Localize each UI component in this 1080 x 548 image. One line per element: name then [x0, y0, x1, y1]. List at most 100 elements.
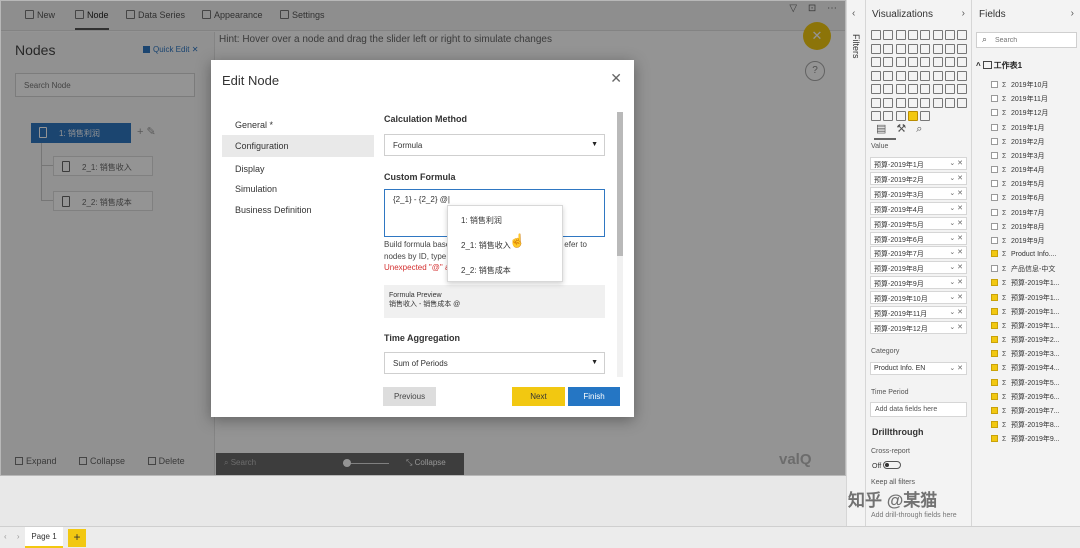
pill-actions-icon[interactable]: ⌄ ✕: [949, 263, 963, 271]
visual-type-icon[interactable]: [871, 97, 881, 108]
autocomplete-item[interactable]: 2_2: 销售成本: [461, 265, 511, 276]
visual-type-icon[interactable]: [895, 111, 906, 121]
visual-type-icon[interactable]: [883, 111, 894, 121]
visual-type-icon[interactable]: [957, 70, 968, 81]
checkbox-checked-icon[interactable]: [991, 250, 998, 258]
visual-type-icon[interactable]: [932, 57, 943, 67]
time-period-dropzone[interactable]: Add data fields here: [870, 402, 967, 417]
visual-type-icon[interactable]: [957, 84, 968, 94]
visual-type-icon[interactable]: [883, 30, 894, 40]
visual-type-icon[interactable]: [920, 111, 931, 121]
field-item[interactable]: Σ 2019年1月: [991, 123, 1044, 134]
visual-type-icon[interactable]: [895, 57, 906, 67]
visual-type-icon[interactable]: [944, 97, 955, 108]
checkbox-checked-icon[interactable]: [991, 350, 998, 358]
visual-type-icon[interactable]: [907, 84, 918, 94]
checkbox-icon[interactable]: [991, 265, 998, 273]
field-item[interactable]: Σ 预算-2019年3...: [991, 349, 1060, 360]
value-field-pill[interactable]: 预算-2019年9月 ⌄ ✕: [870, 276, 967, 290]
value-field-pill[interactable]: 预算-2019年5月 ⌄ ✕: [870, 216, 967, 230]
visual-type-icon[interactable]: [944, 84, 955, 94]
checkbox-icon[interactable]: [991, 123, 998, 131]
fields-search-input[interactable]: [976, 32, 1077, 48]
visual-type-icon[interactable]: [871, 30, 881, 40]
cross-report-toggle[interactable]: Off: [872, 461, 902, 470]
pill-actions-icon[interactable]: ⌄ ✕: [949, 278, 963, 286]
value-field-pill[interactable]: 预算-2019年10月 ⌄ ✕: [870, 291, 967, 305]
field-item[interactable]: Σ 预算-2019年1...: [991, 321, 1060, 332]
visual-type-icon[interactable]: [932, 84, 943, 94]
field-item[interactable]: Σ 预算-2019年2...: [991, 335, 1060, 346]
close-icon[interactable]: ✕: [610, 70, 622, 87]
table-node[interactable]: ^ 工作表1: [976, 60, 1022, 71]
field-item[interactable]: Σ 2019年10月: [991, 80, 1048, 91]
field-item[interactable]: Σ 产品信息-中文: [991, 264, 1055, 275]
pill-actions-icon[interactable]: ⌄ ✕: [949, 293, 963, 301]
field-item[interactable]: Σ 2019年12月: [991, 108, 1048, 119]
add-page-button[interactable]: +: [68, 529, 86, 547]
pill-actions-icon[interactable]: ⌄ ✕: [949, 204, 963, 212]
field-item[interactable]: Σ 预算-2019年1...: [991, 278, 1060, 289]
pill-actions-icon[interactable]: ⌄ ✕: [949, 219, 963, 227]
checkbox-checked-icon[interactable]: [991, 307, 998, 315]
visual-type-icon[interactable]: [920, 43, 931, 54]
visual-type-icon[interactable]: [944, 30, 955, 40]
visual-type-icon[interactable]: [920, 70, 931, 81]
checkbox-checked-icon[interactable]: [991, 435, 998, 443]
field-item[interactable]: Σ 预算-2019年6...: [991, 392, 1060, 403]
page-nav-arrows[interactable]: ‹ ›: [4, 532, 24, 541]
value-field-pill[interactable]: 预算-2019年8月 ⌄ ✕: [870, 261, 967, 275]
checkbox-checked-icon[interactable]: [991, 293, 998, 301]
field-item[interactable]: Σ 2019年3月: [991, 151, 1044, 162]
value-field-pill[interactable]: 预算-2019年4月 ⌄ ✕: [870, 201, 967, 215]
checkbox-checked-icon[interactable]: [991, 392, 998, 400]
visual-type-icon[interactable]: [883, 70, 894, 81]
pill-actions-icon[interactable]: ⌄ ✕: [949, 308, 963, 316]
calculation-method-select[interactable]: Formula ▼: [384, 134, 605, 156]
checkbox-checked-icon[interactable]: [991, 336, 998, 344]
visual-type-icon[interactable]: [871, 43, 881, 54]
field-item[interactable]: Σ 2019年8月: [991, 222, 1044, 233]
value-field-pill[interactable]: 预算-2019年12月 ⌄ ✕: [870, 320, 967, 334]
checkbox-checked-icon[interactable]: [991, 321, 998, 329]
pill-actions-icon[interactable]: ⌄ ✕: [949, 174, 963, 182]
pill-actions-icon[interactable]: ⌄ ✕: [949, 248, 963, 256]
checkbox-icon[interactable]: [991, 222, 998, 230]
nav-business-definition[interactable]: Business Definition: [222, 199, 374, 221]
visual-type-icon[interactable]: [944, 57, 955, 67]
field-item[interactable]: Σ 预算-2019年5...: [991, 378, 1060, 389]
visual-type-icon[interactable]: [932, 30, 943, 40]
visual-type-icon[interactable]: [895, 97, 906, 108]
valq-visual-icon[interactable]: [907, 111, 918, 121]
visual-type-icon[interactable]: [907, 57, 918, 67]
checkbox-icon[interactable]: [991, 208, 998, 216]
field-item[interactable]: Σ 预算-2019年8...: [991, 420, 1060, 431]
page-tab[interactable]: Page 1: [25, 527, 63, 548]
finish-button[interactable]: Finish: [568, 387, 620, 406]
visual-type-icon[interactable]: [883, 84, 894, 94]
visual-type-icon[interactable]: [932, 70, 943, 81]
autocomplete-item[interactable]: 1: 销售利润: [461, 215, 502, 226]
visual-type-icon[interactable]: [920, 84, 931, 94]
checkbox-icon[interactable]: [991, 194, 998, 202]
nav-display[interactable]: Display: [222, 158, 374, 180]
checkbox-icon[interactable]: [991, 236, 998, 244]
value-field-pill[interactable]: 预算-2019年11月 ⌄ ✕: [870, 306, 967, 319]
checkbox-icon[interactable]: [991, 81, 998, 88]
category-field-pill[interactable]: Product Info. EN ⌄ ✕: [870, 362, 967, 375]
checkbox-icon[interactable]: [991, 95, 998, 103]
scrollbar-thumb[interactable]: [617, 112, 623, 256]
field-item[interactable]: Σ 预算-2019年4...: [991, 363, 1060, 374]
visual-type-icon[interactable]: [944, 70, 955, 81]
visual-type-icon[interactable]: [907, 30, 918, 40]
dialog-scrollbar[interactable]: [617, 112, 623, 377]
visual-type-icon[interactable]: [895, 43, 906, 54]
visual-type-icon[interactable]: [895, 70, 906, 81]
checkbox-icon[interactable]: [991, 109, 998, 117]
pill-actions-icon[interactable]: ⌄ ✕: [949, 323, 963, 331]
checkbox-checked-icon[interactable]: [991, 421, 998, 429]
filters-pane-collapsed[interactable]: ‹ Filters: [846, 0, 865, 526]
value-field-pill[interactable]: 预算-2019年1月 ⌄ ✕: [870, 157, 967, 170]
visual-type-icon[interactable]: [871, 84, 881, 94]
visual-type-icon[interactable]: [957, 97, 968, 108]
